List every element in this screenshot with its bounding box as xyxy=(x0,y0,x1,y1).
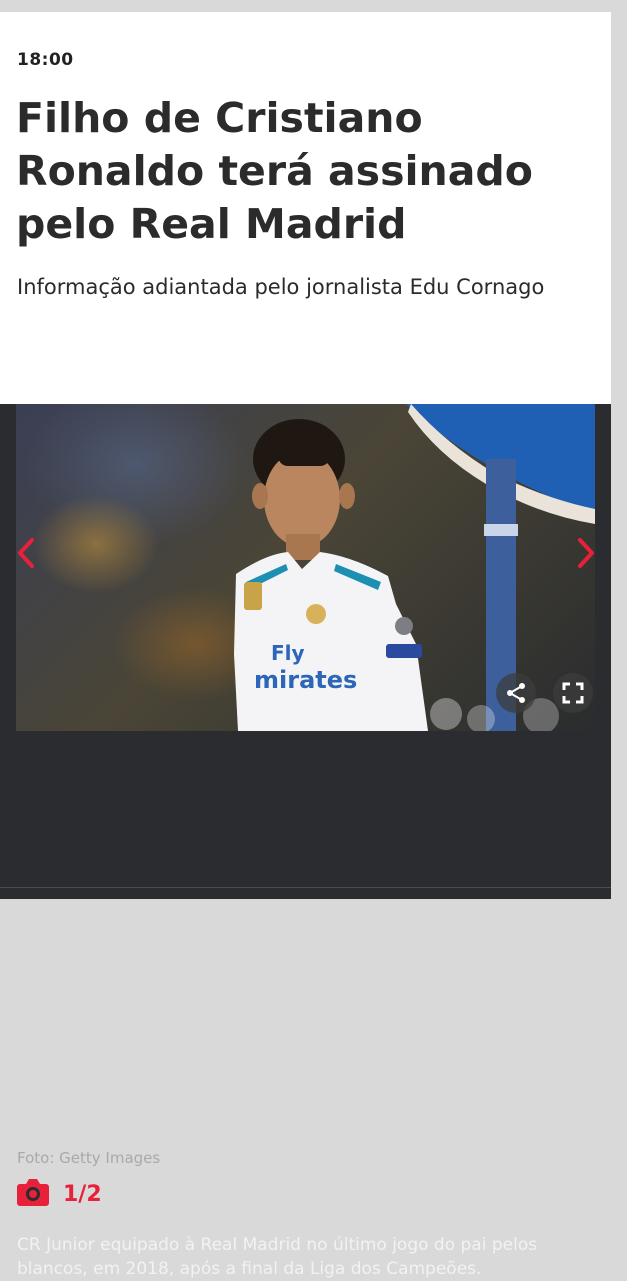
article-subtitle: Informação adiantada pelo jornalista Edu… xyxy=(17,275,545,299)
fullscreen-icon xyxy=(562,682,584,704)
fullscreen-button[interactable] xyxy=(553,673,593,713)
share-button[interactable] xyxy=(496,673,536,713)
divider xyxy=(0,887,611,888)
article-headline: Filho de Cristiano Ronaldo terá assinado… xyxy=(16,94,533,248)
article-page: 18:00 Filho de Cristiano Ronaldo terá as… xyxy=(0,12,611,1279)
prev-photo-button[interactable] xyxy=(14,533,38,573)
photo-counter: 1/2 xyxy=(16,1177,102,1211)
chevron-left-icon xyxy=(18,538,34,568)
next-photo-button[interactable] xyxy=(574,533,598,573)
photo-counter-text: 1/2 xyxy=(63,1181,102,1207)
article-time: 18:00 xyxy=(17,50,74,70)
photo-gallery: Fly mirates Foto: Getty Images 1/2 CR Ju… xyxy=(0,404,611,1279)
share-icon xyxy=(507,683,525,703)
camera-icon xyxy=(16,1177,50,1211)
jersey-sponsor-line2: mirates xyxy=(254,666,357,694)
chevron-right-icon xyxy=(578,538,594,568)
photo-credit: Foto: Getty Images xyxy=(17,1149,161,1167)
jersey-sponsor-line1: Fly xyxy=(271,641,305,665)
photo-caption: CR Junior equipado à Real Madrid no últi… xyxy=(17,1235,538,1279)
